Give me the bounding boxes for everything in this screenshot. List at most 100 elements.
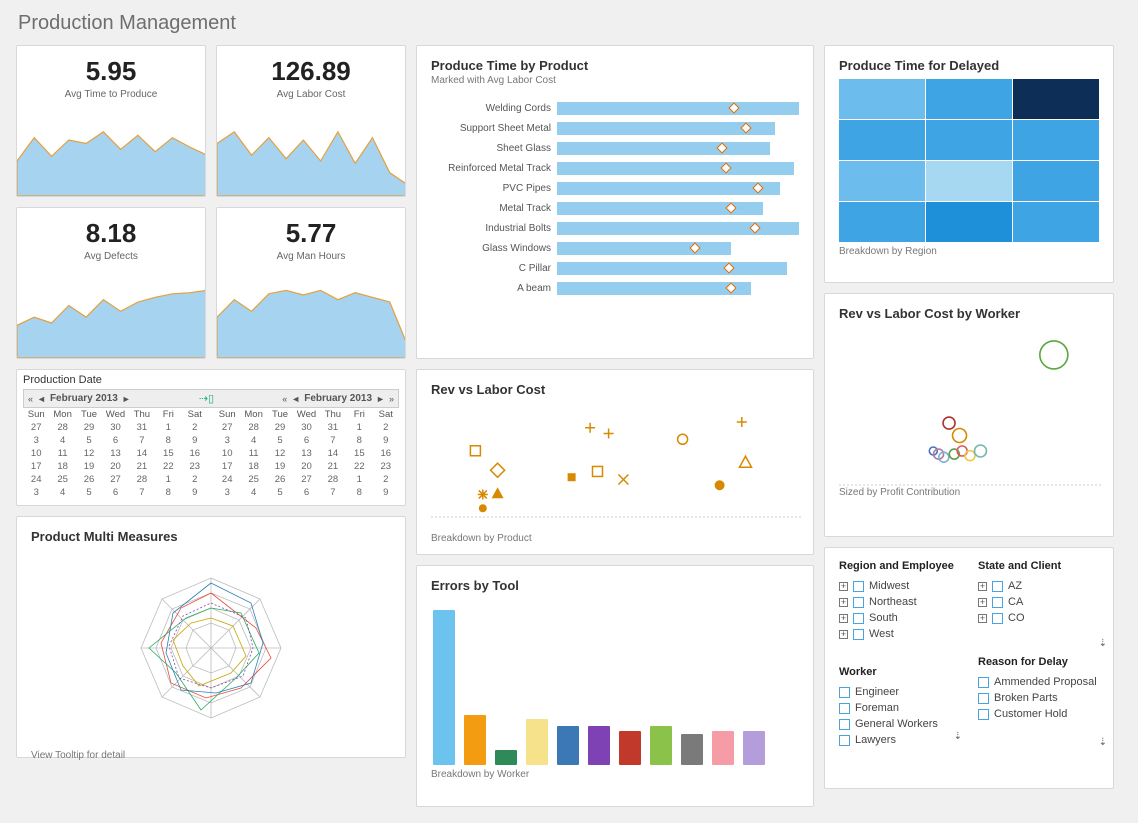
cal-day[interactable]: 3 bbox=[23, 486, 49, 499]
cal-day[interactable]: 18 bbox=[240, 460, 266, 473]
cal-day[interactable]: 17 bbox=[214, 460, 240, 473]
checkbox[interactable] bbox=[853, 597, 864, 608]
checkbox[interactable] bbox=[978, 677, 989, 688]
expand-icon[interactable]: + bbox=[978, 598, 987, 607]
checkbox[interactable] bbox=[839, 735, 850, 746]
rev-vs-labor-card[interactable]: Rev vs Labor Cost Breakdown by Product bbox=[416, 369, 814, 555]
checkbox[interactable] bbox=[839, 719, 850, 730]
cal-day[interactable]: 6 bbox=[293, 434, 319, 447]
cal-day[interactable]: 2 bbox=[182, 421, 208, 434]
cal-day[interactable]: 5 bbox=[267, 434, 293, 447]
cal-day[interactable]: 6 bbox=[293, 486, 319, 499]
cal-day[interactable]: 8 bbox=[155, 434, 181, 447]
cal-day[interactable]: 1 bbox=[346, 421, 372, 434]
cal-day[interactable]: 12 bbox=[267, 447, 293, 460]
checkbox[interactable] bbox=[839, 687, 850, 698]
kpi-avg-man-hours[interactable]: 5.77 Avg Man Hours bbox=[216, 207, 406, 359]
cal-day[interactable]: 31 bbox=[129, 421, 155, 434]
cal-day[interactable]: 14 bbox=[320, 447, 346, 460]
filter-item[interactable]: Lawyers bbox=[839, 732, 960, 748]
more-icon[interactable]: ⇣ bbox=[1099, 737, 1107, 748]
cal-day[interactable]: 27 bbox=[293, 473, 319, 486]
rev-vs-labor-worker-card[interactable]: Rev vs Labor Cost by Worker Sized by Pro… bbox=[824, 293, 1114, 537]
checkbox[interactable] bbox=[853, 581, 864, 592]
more-icon[interactable]: ⇣ bbox=[954, 731, 962, 742]
checkbox[interactable] bbox=[853, 629, 864, 640]
cal-day[interactable]: 1 bbox=[155, 473, 181, 486]
cal-day[interactable]: 5 bbox=[76, 434, 102, 447]
cal-day[interactable]: 8 bbox=[155, 486, 181, 499]
cal-day[interactable]: 28 bbox=[320, 473, 346, 486]
cal-day[interactable]: 9 bbox=[182, 486, 208, 499]
cal-day[interactable]: 3 bbox=[214, 486, 240, 499]
cal-day[interactable]: 12 bbox=[76, 447, 102, 460]
cal-day[interactable]: 19 bbox=[76, 460, 102, 473]
expand-icon[interactable]: + bbox=[978, 614, 987, 623]
cal-day[interactable]: 7 bbox=[320, 486, 346, 499]
cal-day[interactable]: 4 bbox=[240, 486, 266, 499]
cal-day[interactable]: 28 bbox=[129, 473, 155, 486]
cal-day[interactable]: 29 bbox=[267, 421, 293, 434]
cal-day[interactable]: 23 bbox=[182, 460, 208, 473]
cal-day[interactable]: 25 bbox=[49, 473, 75, 486]
produce-time-delayed-card[interactable]: Produce Time for Delayed Breakdown by Re… bbox=[824, 45, 1114, 283]
cal-day[interactable]: 2 bbox=[373, 421, 399, 434]
cal-day[interactable]: 9 bbox=[182, 434, 208, 447]
cal-day[interactable]: 3 bbox=[23, 434, 49, 447]
filter-item[interactable]: +CA bbox=[978, 594, 1099, 610]
cal-day[interactable]: 11 bbox=[240, 447, 266, 460]
expand-icon[interactable]: + bbox=[839, 598, 848, 607]
filter-item[interactable]: +Midwest bbox=[839, 578, 960, 594]
cal-day[interactable]: 11 bbox=[49, 447, 75, 460]
cal-day[interactable]: 5 bbox=[76, 486, 102, 499]
cal-day[interactable]: 1 bbox=[346, 473, 372, 486]
cal-day[interactable]: 1 bbox=[155, 421, 181, 434]
cal-day[interactable]: 2 bbox=[182, 473, 208, 486]
expand-icon[interactable]: + bbox=[839, 582, 848, 591]
cal-next-icon[interactable]: ► bbox=[122, 394, 131, 404]
cal2-next-icon[interactable]: ► bbox=[376, 394, 385, 404]
filter-item[interactable]: General Workers bbox=[839, 716, 960, 732]
filter-item[interactable]: Broken Parts bbox=[978, 690, 1099, 706]
filter-item[interactable]: Engineer bbox=[839, 684, 960, 700]
checkbox[interactable] bbox=[992, 581, 1003, 592]
cal-day[interactable]: 15 bbox=[155, 447, 181, 460]
cal-day[interactable]: 20 bbox=[102, 460, 128, 473]
cal-day[interactable]: 28 bbox=[49, 421, 75, 434]
cal-day[interactable]: 22 bbox=[346, 460, 372, 473]
cal-day[interactable]: 8 bbox=[346, 434, 372, 447]
cal-day[interactable]: 8 bbox=[346, 486, 372, 499]
filter-item[interactable]: +South bbox=[839, 610, 960, 626]
filter-item[interactable]: +CO bbox=[978, 610, 1099, 626]
cal-day[interactable]: 16 bbox=[182, 447, 208, 460]
cal-day[interactable]: 28 bbox=[240, 421, 266, 434]
filter-item[interactable]: Foreman bbox=[839, 700, 960, 716]
cal-day[interactable]: 6 bbox=[102, 434, 128, 447]
cal-day[interactable]: 16 bbox=[373, 447, 399, 460]
cal-day[interactable]: 20 bbox=[293, 460, 319, 473]
cal-day[interactable]: 4 bbox=[49, 486, 75, 499]
slider-icon[interactable]: ⇢▯ bbox=[199, 392, 214, 405]
cal-day[interactable]: 13 bbox=[102, 447, 128, 460]
filter-item[interactable]: Customer Hold bbox=[978, 706, 1099, 722]
cal-day[interactable]: 19 bbox=[267, 460, 293, 473]
cal-day[interactable]: 5 bbox=[267, 486, 293, 499]
cal-day[interactable]: 25 bbox=[240, 473, 266, 486]
filter-item[interactable]: +West bbox=[839, 626, 960, 642]
cal2-prev-fast-icon[interactable]: « bbox=[282, 394, 287, 404]
cal-day[interactable]: 24 bbox=[214, 473, 240, 486]
cal-day[interactable]: 17 bbox=[23, 460, 49, 473]
cal-day[interactable]: 26 bbox=[267, 473, 293, 486]
checkbox[interactable] bbox=[978, 709, 989, 720]
cal-day[interactable]: 27 bbox=[23, 421, 49, 434]
checkbox[interactable] bbox=[992, 597, 1003, 608]
checkbox[interactable] bbox=[978, 693, 989, 704]
cal-day[interactable]: 9 bbox=[373, 486, 399, 499]
produce-time-product-card[interactable]: Produce Time by Product Marked with Avg … bbox=[416, 45, 814, 359]
cal-day[interactable]: 10 bbox=[23, 447, 49, 460]
cal-day[interactable]: 18 bbox=[49, 460, 75, 473]
cal-day[interactable]: 4 bbox=[49, 434, 75, 447]
cal-prev-icon[interactable]: ◄ bbox=[37, 394, 46, 404]
cal-day[interactable]: 21 bbox=[129, 460, 155, 473]
cal-day[interactable]: 9 bbox=[373, 434, 399, 447]
